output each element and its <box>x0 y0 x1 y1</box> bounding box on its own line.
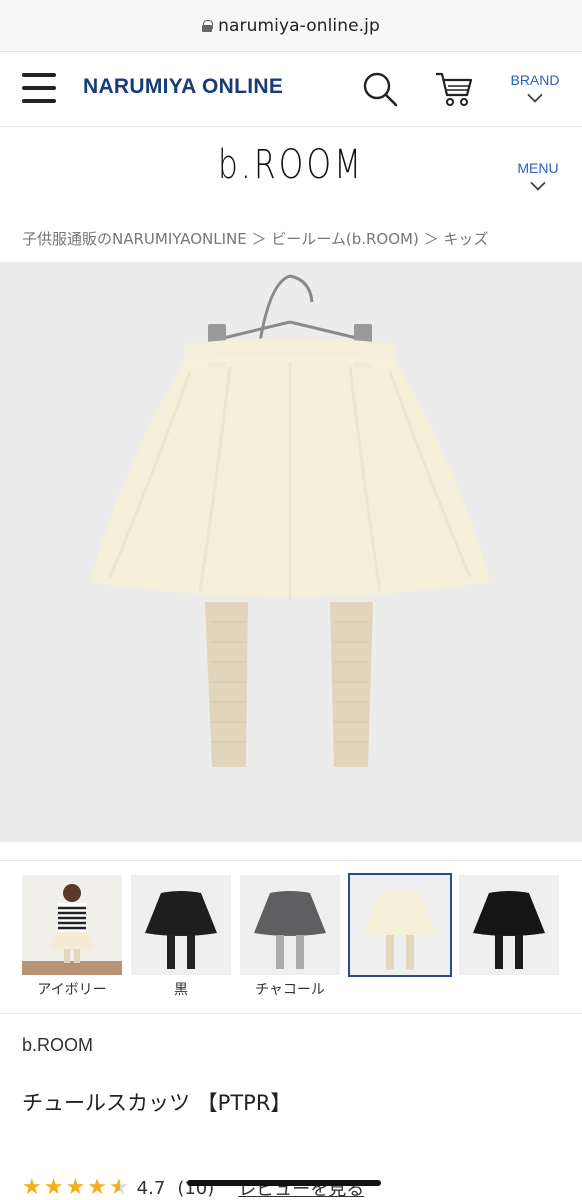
thumbnail-0[interactable] <box>22 875 122 975</box>
thumbnail-3-selected[interactable] <box>348 873 452 977</box>
brand-menu-button[interactable]: BRAND <box>505 72 565 112</box>
search-icon[interactable] <box>360 69 400 109</box>
thumbnail-label: チャコール <box>255 982 325 998</box>
star-icon: ★ <box>87 1175 107 1200</box>
product-main-image[interactable] <box>0 262 582 842</box>
thumbnail-label: アイボリー <box>37 982 107 998</box>
site-logo[interactable]: NARUMIYA ONLINE <box>83 75 283 99</box>
black-skirt-photo <box>131 875 231 975</box>
thumbnail-2[interactable] <box>240 875 340 975</box>
chevron-down-icon <box>527 87 543 103</box>
model-photo <box>22 875 122 975</box>
shop-logo[interactable]: b.ROOM <box>218 142 364 188</box>
charcoal-skirt-photo <box>240 875 340 975</box>
cart-icon[interactable] <box>433 69 475 109</box>
shop-menu-button[interactable]: MENU <box>510 160 566 191</box>
thumbnail-4[interactable] <box>459 875 559 975</box>
hamburger-menu-icon[interactable] <box>22 71 56 105</box>
redaction-mark <box>187 1180 381 1186</box>
brand-label: BRAND <box>510 72 560 88</box>
divider <box>0 860 582 861</box>
star-icon: ★ <box>65 1175 86 1200</box>
menu-label: MENU <box>517 160 559 176</box>
product-shop-name[interactable]: b.ROOM <box>22 1035 93 1056</box>
half-star-icon: ★ <box>108 1175 129 1200</box>
product-title: チュールスカッツ 【PTPR】 <box>22 1091 292 1115</box>
site-header: NARUMIYA ONLINE BRAND <box>0 52 582 127</box>
divider <box>0 1013 582 1014</box>
breadcrumb[interactable]: 子供服通販のNARUMIYAONLINE ＞ ビールーム(b.ROOM) ＞ キ… <box>22 228 488 249</box>
lock-icon <box>202 19 214 32</box>
review-link[interactable]: レビューを見る <box>238 1175 364 1200</box>
chevron-down-icon <box>530 175 546 191</box>
url-text: narumiya-online.jp <box>218 15 380 36</box>
shop-bar: b.ROOM MENU <box>0 128 582 218</box>
star-icon: ★ <box>43 1175 64 1200</box>
browser-url-bar[interactable]: narumiya-online.jp <box>0 0 582 52</box>
ivory-skirt-photo <box>350 875 450 975</box>
rating-value: 4.7 <box>136 1177 166 1199</box>
star-icon: ★ <box>22 1175 42 1200</box>
black-skirt-photo-alt <box>459 875 559 975</box>
thumbnail-label: 黒 <box>174 982 188 998</box>
tulle-skirt-leggings-photo <box>0 262 582 842</box>
thumbnail-1[interactable] <box>131 875 231 975</box>
